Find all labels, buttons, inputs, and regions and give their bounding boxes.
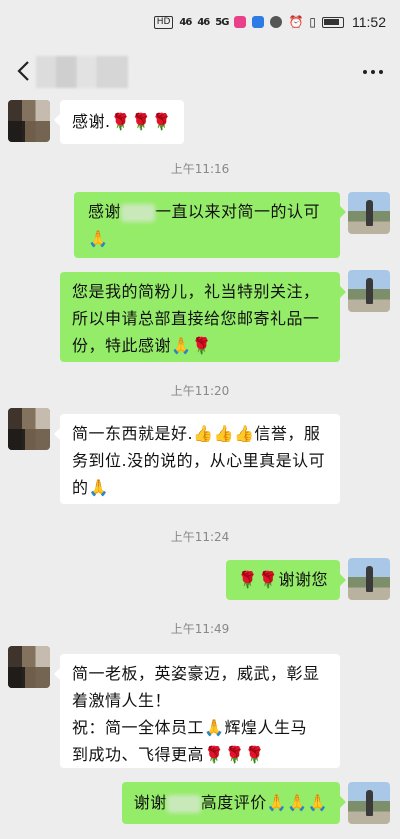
praying-hands-rose-icon: 🙏🌹 (171, 336, 212, 355)
praying-hands-icon: 🙏 (88, 229, 109, 248)
redacted-name (121, 203, 156, 222)
my-avatar[interactable] (348, 270, 390, 312)
contact-name-redacted (36, 56, 128, 88)
contact-avatar[interactable] (8, 408, 50, 450)
vibrate-icon: ▯ (309, 15, 316, 29)
signal-icon: 46 (179, 16, 192, 28)
my-avatar[interactable] (348, 782, 390, 824)
timestamp: 上午11:24 (170, 530, 230, 544)
clock: 11:52 (352, 14, 386, 30)
message-received[interactable]: 感谢.🌹🌹🌹 (54, 100, 184, 144)
more-dots-icon (363, 70, 367, 74)
message-received[interactable]: 简一东西就是好.👍👍👍信誉，服 务到位.没的说的，从心里真是认可 的🙏 (54, 414, 340, 504)
praying-hands-icon: 🙏 (88, 478, 109, 497)
contact-avatar[interactable] (8, 646, 50, 688)
message-received[interactable]: 简一老板，英姿豪迈，威武，彰显 着激情人生！ 祝：简一全体员工🙏辉煌人生马 到成… (54, 654, 340, 768)
message-sent[interactable]: 感谢 一直以来对简一的认可 🙏 (74, 192, 346, 258)
message-sent[interactable]: 谢谢 高度评价🙏🙏🙏 (121, 782, 347, 824)
timestamp: 上午11:16 (170, 162, 230, 176)
status-bar: HD 46 46 5G ⏰ ▯ 11:52 (0, 0, 400, 44)
praying-hands-icon: 🙏 (204, 718, 225, 737)
contact-avatar[interactable] (8, 100, 50, 142)
chevron-left-icon (17, 61, 29, 81)
battery-icon (322, 16, 344, 28)
signal-icon: 46 (197, 16, 210, 28)
message-sent[interactable]: 您是我的简粉儿，礼当特别关注， 所以申请总部直接给您邮寄礼品一 份，特此感谢🙏🌹 (60, 272, 346, 362)
app-notification-icon (252, 16, 265, 28)
message-sent[interactable]: 🌹🌹谢谢您 (225, 560, 347, 600)
hd-icon: HD (153, 15, 174, 29)
chat-header (0, 44, 400, 100)
my-avatar[interactable] (348, 558, 390, 600)
praying-hands-icon: 🙏🙏🙏 (266, 793, 328, 812)
timestamp: 上午11:20 (170, 384, 230, 398)
back-button[interactable] (8, 56, 38, 86)
timestamp: 上午11:49 (170, 622, 230, 636)
app-notification-icon (234, 16, 247, 28)
my-avatar[interactable] (348, 192, 390, 234)
redacted-name (166, 794, 201, 813)
rose-icon: 🌹🌹 (237, 570, 279, 589)
alarm-icon: ⏰ (288, 15, 304, 29)
network-5g-icon: 5G (215, 16, 229, 28)
message-text: 感谢. (72, 112, 111, 131)
thumbs-up-icon: 👍👍👍 (193, 424, 255, 443)
rose-icon: 🌹🌹🌹 (110, 112, 172, 131)
message-icon (270, 16, 283, 28)
more-button[interactable] (358, 60, 388, 84)
rose-icon: 🌹🌹🌹 (204, 745, 266, 764)
